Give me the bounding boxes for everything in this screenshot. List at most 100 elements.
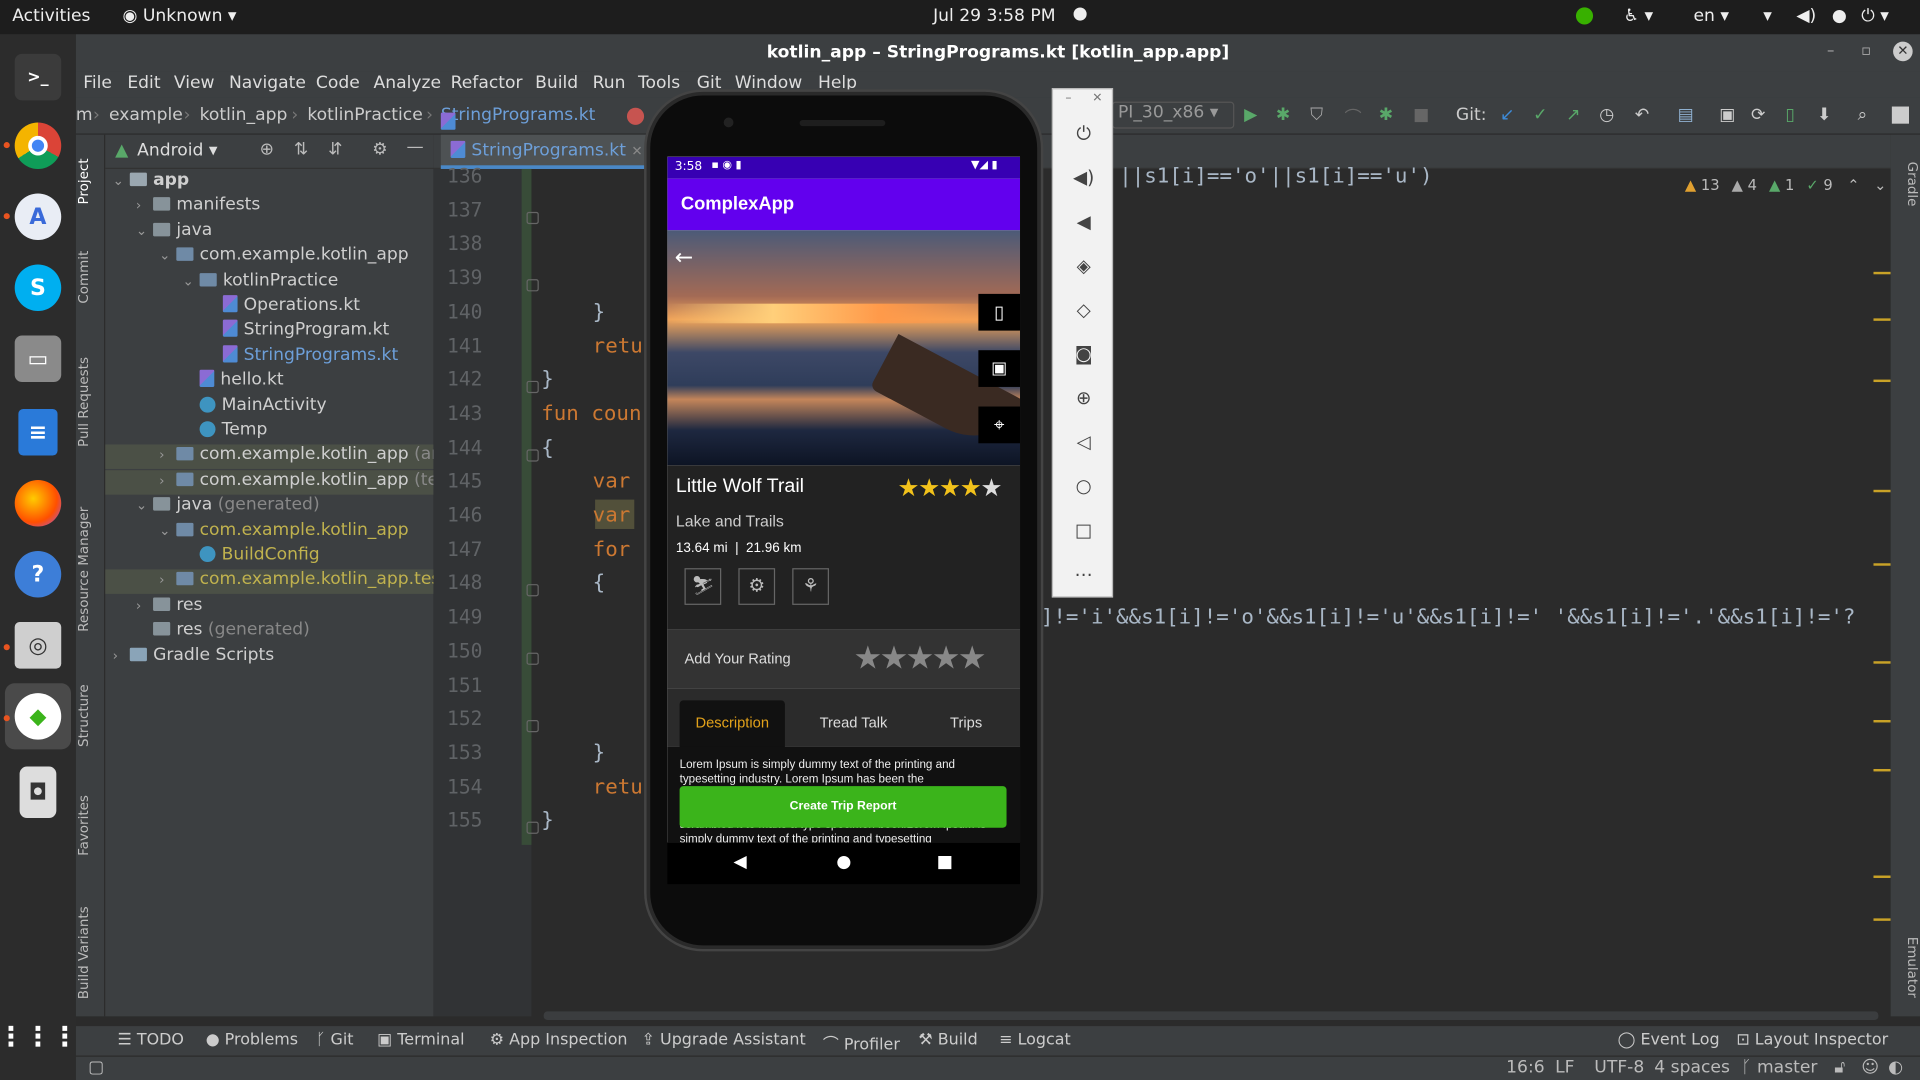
volume-down-icon[interactable]: ◀ [1069,207,1098,236]
nav-home-icon[interactable]: ● [836,852,851,872]
emulator-close-icon[interactable]: ✕ [1092,92,1102,105]
close-window-icon[interactable]: ✕ [1893,41,1913,62]
git-update-icon[interactable]: ↙ [1500,105,1514,125]
tree-item[interactable]: Temp [105,420,433,444]
attach-debugger-icon[interactable]: ✱ [1379,105,1393,125]
breadcrumb-file[interactable]: StringPrograms.kt [440,105,595,130]
tree-item[interactable]: ⌄ java (generated) [105,495,433,519]
fold-marker-icon[interactable] [526,720,539,733]
device-manager-icon[interactable]: ▣ [1719,105,1735,125]
screenshot-icon[interactable]: ◎ [14,622,62,669]
nav-back-icon[interactable]: ◀ [733,852,746,872]
expand-chevron-icon[interactable]: › [159,572,176,588]
profile-icon[interactable]: ⌒ [1345,105,1362,129]
tree-item[interactable]: ⌄ com.example.kotlin_app [105,245,433,269]
warning-stripe-mark[interactable] [1873,318,1891,321]
tool-window-problems[interactable]: ● Problems [206,1031,298,1049]
power-icon[interactable]: ⏻ [1069,119,1098,148]
tool-window-terminal[interactable]: ▣ Terminal [377,1031,464,1049]
expand-all-icon[interactable]: ⇅ [294,140,308,160]
volume-icon[interactable]: ◀) [1796,6,1816,26]
bookmark-icon[interactable]: ▯ [978,293,1021,331]
run-icon[interactable]: ▶ [1244,105,1257,125]
expand-chevron-icon[interactable]: ⌄ [136,497,153,513]
tree-item[interactable]: › com.example.kotlin_app (te [105,469,438,495]
breadcrumb-example[interactable]: example [109,105,183,125]
menu-build[interactable]: Build [535,73,578,93]
fold-marker-icon[interactable] [526,381,539,394]
expand-chevron-icon[interactable]: ⌄ [113,173,130,189]
tool-emulator[interactable]: Emulator [1891,918,1920,1016]
tool-structure[interactable]: Structure [76,671,105,759]
tab-description[interactable]: Description [679,700,785,747]
map-pin-icon[interactable]: ⌖ [978,406,1021,444]
menu-navigate[interactable]: Navigate [229,73,306,93]
menu-file[interactable]: File [83,73,112,93]
rating-input[interactable]: ★★★★★ [853,639,986,677]
expand-chevron-icon[interactable]: › [136,597,153,613]
tree-item[interactable]: ⌄ com.example.kotlin_app [105,520,433,544]
device-selector[interactable]: PI_30_x86 ▾ [1111,101,1235,129]
menu-git[interactable]: Git [697,73,722,93]
tool-window-event-log[interactable]: ◯ Event Log [1618,1031,1720,1049]
tool-window-app-inspection[interactable]: ⚙ App Inspection [490,1031,628,1049]
sync-gradle-icon[interactable]: ⟳ [1751,105,1765,125]
inspection-widget[interactable]: ▲ 13 ▲ 4 ▲ 1 ✓ 9 ⌃ ⌄ [1685,176,1886,193]
tab-tread-talk[interactable]: Tread Talk [795,700,913,747]
fold-marker-icon[interactable] [526,279,539,292]
caret-position[interactable]: 16:6 [1506,1058,1545,1078]
power-menu-icon[interactable]: ⏻ ▾ [1861,6,1889,26]
star-outline-icon[interactable]: ★ [880,639,909,676]
menu-edit[interactable]: Edit [127,73,160,93]
back-arrow-icon[interactable]: ← [675,245,693,271]
menu-run[interactable]: Run [593,73,626,93]
warning-stripe-mark[interactable] [1873,768,1891,772]
locate-icon[interactable]: ⊕ [260,140,274,160]
network-icon[interactable]: ▾ [1763,6,1772,26]
zoom-icon[interactable]: ⊕ [1069,383,1098,412]
expand-chevron-icon[interactable]: › [136,198,153,214]
tree-item[interactable]: ⌄ java [105,220,433,244]
expand-chevron-icon[interactable]: › [113,647,130,663]
file-encoding[interactable]: UTF-8 [1594,1058,1644,1078]
sdk-manager-icon[interactable]: ⬇ [1817,105,1831,125]
project-view-selector[interactable]: Android ▾ [137,141,217,161]
firefox-icon[interactable] [14,480,62,527]
project-structure-icon[interactable]: ▤ [1678,105,1694,125]
tool-window-todo[interactable]: ☰ TODO [118,1031,184,1049]
gallery-icon[interactable]: ▣ [978,350,1021,387]
memory-icon[interactable]: ◐ [1888,1058,1903,1078]
device-icon[interactable]: ◘ [19,766,57,818]
show-apps-icon[interactable]: ⋮⋮⋮ [0,1014,78,1061]
git-history-icon[interactable]: ◷ [1599,105,1614,125]
language-selector[interactable]: en ▾ [1693,6,1728,26]
horizontal-scrollbar[interactable] [543,1011,1879,1021]
menu-analyze[interactable]: Analyze [373,73,441,93]
star-outline-icon[interactable]: ★ [853,639,882,676]
menu-refactor[interactable]: Refactor [451,73,523,93]
git-push-icon[interactable]: ↗ [1566,105,1580,125]
menu-tools[interactable]: Tools [638,73,680,93]
search-icon[interactable]: ⌕ [1858,105,1868,125]
terminal-icon[interactable]: >_ [14,53,62,101]
warning-stripe-mark[interactable] [1873,875,1891,878]
warning-stripe-mark[interactable] [1873,379,1891,383]
star-outline-icon[interactable]: ★ [932,639,961,676]
warning-stripe-mark[interactable] [1873,918,1891,921]
tool-favorites[interactable]: Favorites [76,781,105,869]
git-rollback-icon[interactable]: ↶ [1635,105,1649,125]
git-branch[interactable]: ᚴ master [1741,1058,1817,1078]
warning-stripe-mark[interactable] [1873,661,1891,664]
tool-gradle[interactable]: Gradle [1891,147,1920,220]
tree-item[interactable]: StringProgram.kt [105,320,433,344]
expand-chevron-icon[interactable]: › [159,472,176,488]
tree-item[interactable]: ⌄ kotlinPractice [105,270,433,294]
skype-icon[interactable]: S [14,264,62,312]
accessibility-icon[interactable]: ♿ ▾ [1624,6,1653,26]
collapse-all-icon[interactable]: ⇵ [328,140,342,160]
menu-help[interactable]: Help [818,73,857,93]
settings-gear-icon[interactable]: ⚙ [372,140,387,160]
tree-item[interactable]: res (generated) [105,620,433,644]
volume-up-icon[interactable]: ◀) [1069,163,1098,192]
tree-item[interactable]: ⌄ app [105,170,433,194]
